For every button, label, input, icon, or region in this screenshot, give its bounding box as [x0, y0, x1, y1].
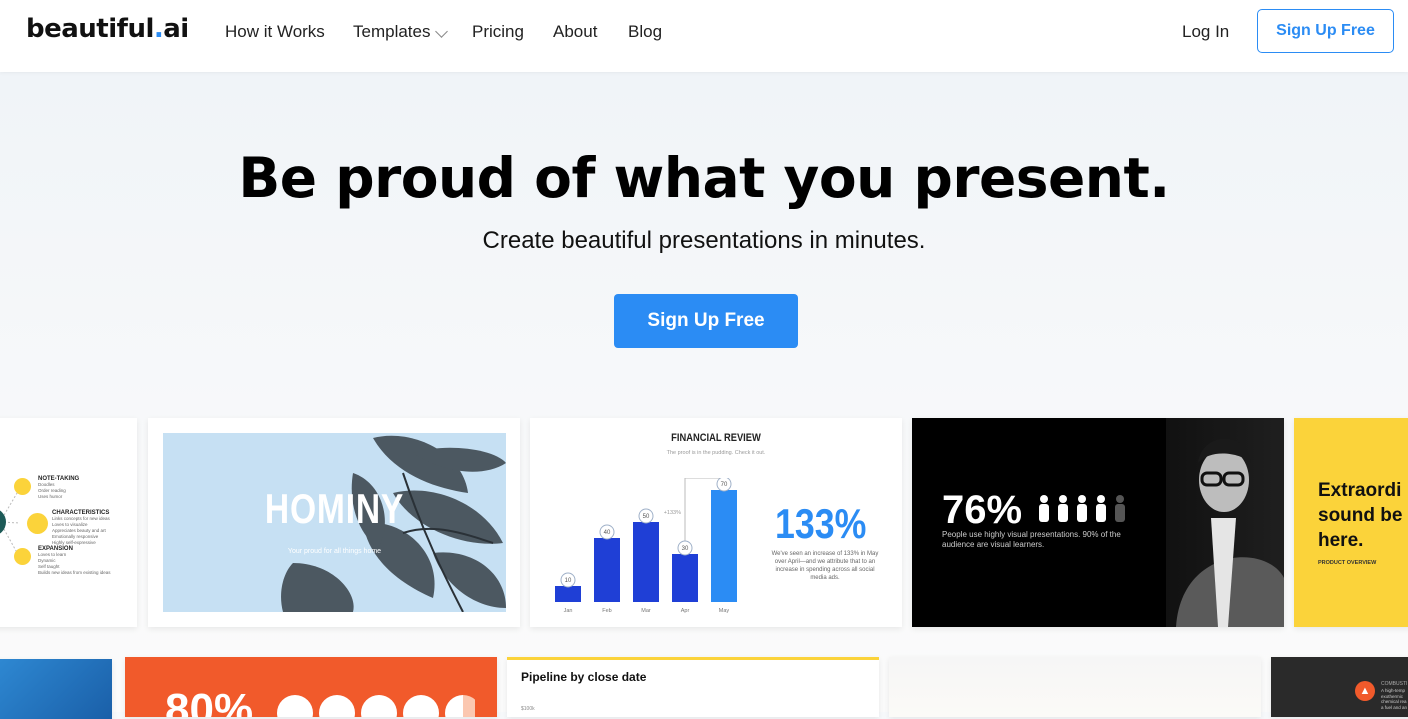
- product-label: PRODUCT OVERVIEW: [1318, 560, 1377, 566]
- template-card-mindmap[interactable]: NOTE-TAKING Doodles Order reading Uses h…: [0, 418, 137, 627]
- bar-value-label: 10: [565, 578, 572, 584]
- chevron-down-icon[interactable]: [435, 25, 448, 38]
- mindmap-item: NOTE-TAKING Doodles Order reading Uses h…: [38, 476, 80, 499]
- logo-suffix: ai: [163, 14, 189, 44]
- login-link[interactable]: Log In: [1182, 22, 1229, 42]
- nav-templates[interactable]: Templates: [353, 22, 430, 42]
- financial-bar-chart: +133% 10 Jan 40 Feb 50 Mar 30 Apr 70 May: [555, 478, 737, 614]
- delta-label: +133%: [664, 510, 681, 516]
- mindmap-item: CHARACTERISTICS Links concepts for new i…: [52, 510, 110, 545]
- orange-big-number: 80%: [165, 685, 254, 717]
- node-icon: [14, 478, 31, 495]
- hominy-image: HOMINY Your proud for all things home: [163, 433, 506, 612]
- logo-dot: .: [153, 14, 164, 44]
- hominy-subtitle: Your proud for all things home: [287, 548, 382, 555]
- bar-value-label: 40: [604, 530, 611, 536]
- combustion-label: COMBUSTI: [1381, 681, 1408, 687]
- template-card-stat[interactable]: 76% People use highly visual presentatio…: [912, 418, 1284, 627]
- hero-title: Be proud of what you present.: [238, 146, 1170, 210]
- stat-big-number: 76%: [942, 488, 1023, 532]
- bar-category-label: Feb: [602, 608, 611, 614]
- template-card-hominy[interactable]: HOMINY Your proud for all things home: [148, 418, 520, 627]
- node-icon: [27, 513, 48, 534]
- person-portrait-icon: [1176, 438, 1284, 627]
- people-icons: [1036, 494, 1136, 526]
- combustion-text: A high-temp exothermic chemical rea a fu…: [1381, 688, 1408, 710]
- financial-description: We've seen an increase of 133% in May ov…: [771, 551, 879, 581]
- chart-bar: [711, 490, 737, 602]
- hominy-title: HOMINY: [264, 485, 405, 532]
- mindmap-center-node: [0, 510, 6, 534]
- person-icon: [1039, 495, 1125, 522]
- chart-bar: [672, 554, 698, 602]
- mindmap-item: EXPANSION Loves to learn Dynamic Self ta…: [38, 546, 111, 575]
- template-card-pipeline[interactable]: Pipeline by close date $100k: [507, 657, 879, 717]
- nav-how-it-works[interactable]: How it Works: [225, 22, 325, 42]
- bar-value-label: 50: [643, 514, 650, 520]
- pipeline-title: Pipeline by close date: [521, 670, 647, 684]
- logo-main: beautiful: [26, 14, 154, 44]
- pipeline-tick: $100k: [521, 706, 535, 712]
- chart-bar: [594, 538, 620, 602]
- nav-about[interactable]: About: [553, 22, 597, 42]
- bar-category-label: Jan: [564, 608, 573, 614]
- chart-bar: [633, 522, 659, 602]
- financial-title: FINANCIAL REVIEW: [671, 432, 761, 444]
- product-title: Extraordi sound be here.: [1318, 480, 1403, 551]
- portrait-image: [1166, 418, 1284, 627]
- circle-icons: [277, 695, 475, 717]
- hero-subtitle: Create beautiful presentations in minute…: [482, 227, 926, 254]
- hero-signup-button[interactable]: Sign Up Free: [614, 294, 798, 348]
- chart-bar: [555, 586, 581, 602]
- stat-text: People use highly visual presentations. …: [942, 530, 1121, 549]
- nav-blog[interactable]: Blog: [628, 22, 662, 42]
- nav-pricing[interactable]: Pricing: [472, 22, 524, 42]
- bar-category-label: Apr: [681, 608, 690, 614]
- top-navbar: beautiful.ai How it Works Templates Pric…: [0, 0, 1408, 72]
- template-card-combustion[interactable]: ▲ COMBUSTI A high-temp exothermic chemic…: [1271, 657, 1408, 717]
- financial-subtitle: The proof is in the pudding. Check it ou…: [666, 450, 766, 456]
- brand-logo[interactable]: beautiful.ai: [26, 14, 189, 44]
- signup-nav-button[interactable]: Sign Up Free: [1257, 9, 1394, 53]
- template-card-financial-review[interactable]: FINANCIAL REVIEW The proof is in the pud…: [530, 418, 902, 627]
- template-card-light[interactable]: [889, 657, 1261, 717]
- financial-big-number: 133%: [775, 500, 867, 547]
- bar-value-label: 30: [682, 546, 689, 552]
- node-icon: [14, 548, 31, 565]
- template-card-orange-stat[interactable]: 80%: [125, 657, 497, 717]
- bar-category-label: May: [719, 608, 730, 614]
- flame-icon: ▲: [1355, 681, 1375, 701]
- bar-category-label: Mar: [641, 608, 651, 614]
- template-card-product-overview[interactable]: Extraordi sound be here. PRODUCT OVERVIE…: [1294, 418, 1408, 627]
- template-card-blue[interactable]: [0, 659, 112, 719]
- bar-value-label: 70: [721, 482, 728, 488]
